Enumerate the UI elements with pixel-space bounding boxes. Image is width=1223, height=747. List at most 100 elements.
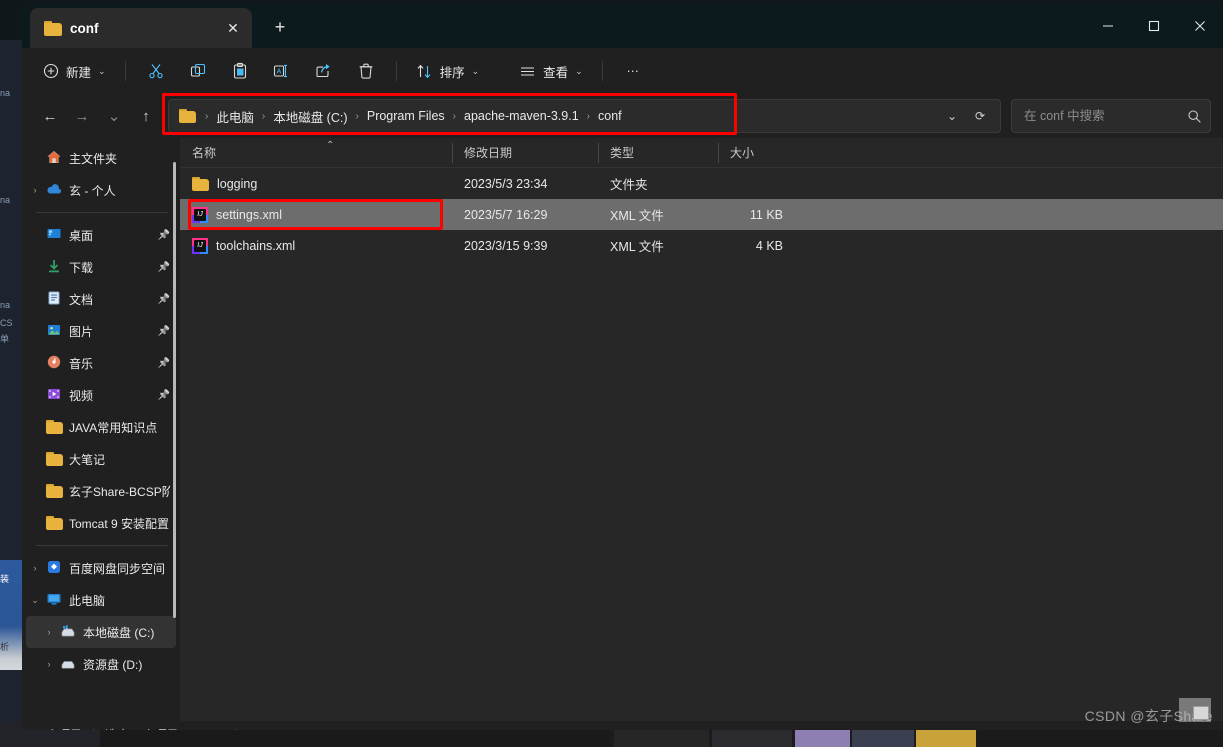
expand-chevron-icon[interactable]: › [40,627,58,637]
folder-icon [45,516,63,530]
folder-icon [44,20,62,36]
new-tab-button[interactable]: + [266,13,294,41]
breadcrumb-item-this-pc[interactable]: 此电脑 [211,104,259,129]
minimize-button[interactable] [1085,4,1131,48]
search-input[interactable] [1024,109,1187,123]
column-header-0[interactable]: 名称 [180,138,452,168]
breadcrumb-item-program-files[interactable]: Program Files [362,106,450,126]
explorer-body: 主文件夹 › 玄 - 个人 桌面 📌 下载 📌 文档 📌 图片 📌 音乐 📌 视频 📌 JAVA常用知识点 大笔… [22,138,1223,721]
nav-icon-wrap [44,484,64,498]
delete-button[interactable] [346,55,386,87]
desktop-icon [46,226,62,245]
nav-icon-wrap [44,149,64,168]
pin-icon[interactable]: 📌 [158,294,170,305]
file-name-cell[interactable]: IJ toolchains.xml [180,237,452,254]
sidebar-item-label: 视频 [69,388,94,403]
column-header-3[interactable]: 大小 [718,138,797,168]
column-header-label: 修改日期 [464,146,513,160]
expand-chevron-icon[interactable]: › [40,659,58,669]
search-box[interactable] [1011,99,1211,133]
sidebar-item-10[interactable]: 大笔记 [26,443,176,475]
share-icon [316,64,330,78]
table-row[interactable]: IJ toolchains.xml 2023/3/15 9:39 XML 文件 4 KB [180,230,1223,261]
expand-chevron-icon[interactable]: › [26,563,44,573]
sidebar-item-4[interactable]: 下载 📌 [26,251,176,283]
sidebar-item-12[interactable]: Tomcat 9 安装配置 [26,507,176,539]
view-button[interactable]: 查看 ⌄ [510,55,592,87]
sidebar-item-label: Tomcat 9 安装配置 [69,516,170,531]
sidebar-item-6[interactable]: 图片 📌 [26,315,176,347]
breadcrumb-item-conf[interactable]: conf [593,106,627,126]
toolbar-divider [124,61,126,81]
share-button[interactable] [304,55,344,87]
xml-file-icon: IJ [192,237,208,254]
refresh-button[interactable]: ⟳ [966,102,994,130]
folder-icon [45,484,63,498]
rename-button[interactable]: A [262,55,302,87]
sidebar-item-label: 资源盘 (D:) [83,657,143,672]
file-modified-cell: 2023/3/15 9:39 [464,238,548,253]
sidebar-item-5[interactable]: 文档 📌 [26,283,176,315]
column-header-label: 大小 [730,146,755,160]
sidebar-item-label: 此电脑 [69,593,106,608]
table-row[interactable]: IJ settings.xml 2023/5/7 16:29 XML 文件 11 KB [180,199,1223,230]
videos-icon [46,386,62,405]
sidebar-item-1[interactable]: › 玄 - 个人 [26,174,176,206]
sidebar-item-14[interactable]: › 百度网盘同步空间 [26,552,176,584]
sidebar-item-3[interactable]: 桌面 📌 [26,219,176,251]
chevron-down-icon: ⌄ [575,65,583,76]
breadcrumb-separator: › [452,110,456,122]
pin-icon[interactable]: 📌 [158,358,170,369]
sidebar-item-9[interactable]: JAVA常用知识点 [26,411,176,443]
column-header-2[interactable]: 类型 [598,138,718,168]
forward-button[interactable]: → [66,100,98,132]
column-header-1[interactable]: 修改日期 [452,138,598,168]
address-dropdown-button[interactable]: ⌄ [938,102,966,130]
sidebar-item-11[interactable]: 玄子Share-BCSP阶 [26,475,176,507]
expand-chevron-icon[interactable]: ⌄ [26,595,44,606]
sidebar-item-7[interactable]: 音乐 📌 [26,347,176,379]
more-options-button[interactable]: ··· [613,55,653,87]
nav-icon-wrap [44,516,64,530]
pin-icon[interactable]: 📌 [158,390,170,401]
item-count-label: 3 个项目 [36,726,82,731]
pin-icon[interactable]: 📌 [158,230,170,241]
recent-locations-button[interactable]: ⌄ [98,100,130,132]
sidebar-item-16[interactable]: › 本地磁盘 (C:) [26,616,176,648]
file-modified-cell: 2023/5/7 16:29 [464,207,548,222]
sidebar-item-15[interactable]: ⌄ 此电脑 [26,584,176,616]
close-window-button[interactable] [1177,4,1223,48]
close-tab-icon[interactable]: ✕ [220,15,246,41]
expand-chevron-icon[interactable]: › [26,185,44,195]
sidebar-item-8[interactable]: 视频 📌 [26,379,176,411]
chevron-down-icon: ⌄ [98,65,106,76]
sidebar-item-17[interactable]: › 资源盘 (D:) [26,648,176,680]
view-list-icon [521,66,535,76]
file-name-label: logging [217,176,258,191]
breadcrumb-item-apache-maven[interactable]: apache-maven-3.9.1 [459,106,584,126]
pin-icon[interactable]: 📌 [158,326,170,337]
file-name-cell[interactable]: logging [180,176,452,191]
title-bar: conf ✕ + [22,4,1223,48]
address-bar[interactable]: › 此电脑 › 本地磁盘 (C:) › Program Files › apac… [162,93,1001,135]
table-row[interactable]: logging 2023/5/3 23:34 文件夹 [180,168,1223,199]
background-text-fragment: na [0,195,11,205]
sidebar-scrollbar-thumb[interactable] [173,162,176,618]
new-button[interactable]: 新建 ⌄ [34,55,115,87]
file-name-cell[interactable]: IJ settings.xml [180,206,452,223]
column-header-label: 类型 [610,146,635,160]
paste-button[interactable] [220,55,260,87]
sort-button[interactable]: 排序 ⌄ [407,55,489,87]
back-button[interactable]: ← [34,100,66,132]
disk-icon [60,655,76,674]
copy-button[interactable] [178,55,218,87]
maximize-button[interactable] [1131,4,1177,48]
breadcrumb-item-local-disk[interactable]: 本地磁盘 (C:) [268,104,352,129]
pin-icon[interactable]: 📌 [158,262,170,273]
sidebar-item-0[interactable]: 主文件夹 [26,142,176,174]
nav-icon-wrap [44,452,64,466]
cut-button[interactable] [136,55,176,87]
up-button[interactable]: ↑ [130,100,162,132]
file-size-cell: 11 KB [749,207,783,222]
tab-conf[interactable]: conf ✕ [30,8,252,48]
